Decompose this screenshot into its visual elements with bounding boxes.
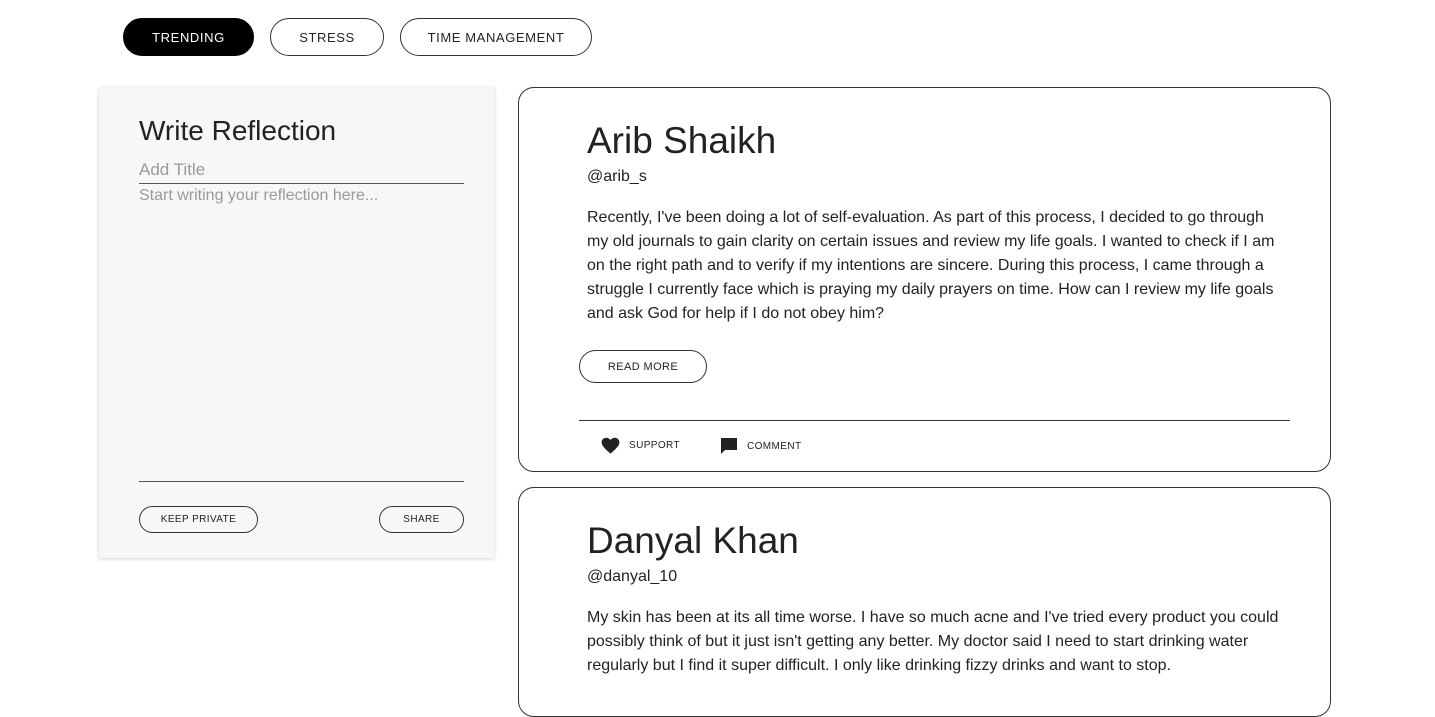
tab-time-management[interactable]: TIME MANAGEMENT [400,18,592,56]
post-card: Arib Shaikh @arib_s Recently, I've been … [518,87,1331,472]
support-button[interactable]: SUPPORT [601,437,680,454]
reflection-composer: Write Reflection KEEP PRIVATE SHARE [99,87,494,558]
tab-trending[interactable]: TRENDING [123,18,254,56]
comment-label: COMMENT [747,440,802,452]
post-handle[interactable]: @arib_s [587,168,647,186]
tab-stress[interactable]: STRESS [270,18,384,56]
composer-title: Write Reflection [139,115,337,146]
post-author: Danyal Khan [587,520,799,561]
comment-button[interactable]: COMMENT [720,437,801,455]
divider [579,420,1290,421]
post-body: My skin has been at its all time worse. … [587,609,1279,674]
post-handle[interactable]: @danyal_10 [587,568,677,586]
support-label: SUPPORT [629,440,680,451]
keep-private-button[interactable]: KEEP PRIVATE [139,506,258,533]
topic-tabs: TRENDING STRESS TIME MANAGEMENT [123,18,592,56]
post-body: Recently, I've been doing a lot of self-… [587,209,1275,322]
heart-icon [601,437,620,454]
post-card: Danyal Khan @danyal_10 My skin has been … [518,487,1331,717]
post-author: Arib Shaikh [587,120,777,161]
title-input[interactable] [139,157,464,184]
comment-icon [720,437,738,455]
share-button[interactable]: SHARE [379,506,464,533]
reflection-textarea[interactable] [139,187,464,482]
read-more-button[interactable]: READ MORE [579,350,707,383]
